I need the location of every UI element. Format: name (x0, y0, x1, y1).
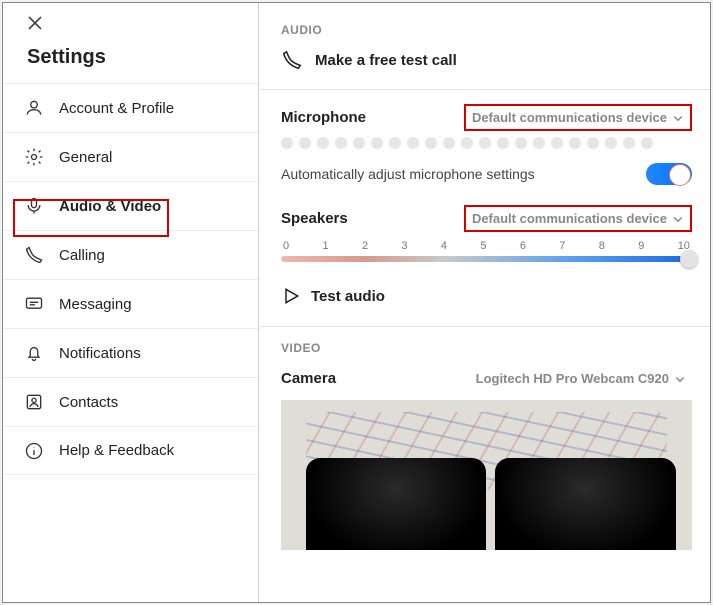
auto-adjust-label: Automatically adjust microphone settings (281, 166, 535, 182)
sidebar-item-notifications[interactable]: Notifications (3, 328, 258, 377)
sidebar-item-label: Audio & Video (59, 198, 161, 215)
make-test-call-label: Make a free test call (315, 52, 457, 69)
sidebar-item-contacts[interactable]: Contacts (3, 377, 258, 426)
sidebar-item-label: Notifications (59, 345, 141, 362)
test-audio-button[interactable]: Test audio (281, 286, 692, 306)
sidebar-item-label: Calling (59, 247, 105, 264)
sidebar-item-calling[interactable]: Calling (3, 230, 258, 279)
speakers-device-value: Default communications device (472, 211, 667, 226)
camera-preview (281, 400, 692, 550)
speaker-slider-track (281, 256, 692, 262)
phone-icon (23, 244, 45, 266)
person-icon (23, 97, 45, 119)
sidebar-item-account-profile[interactable]: Account & Profile (3, 83, 258, 132)
sidebar-item-label: Messaging (59, 296, 132, 313)
content-pane: AUDIO Make a free test call Microphone D… (259, 3, 710, 602)
play-icon (281, 286, 301, 306)
sidebar-item-general[interactable]: General (3, 132, 258, 181)
audio-section-label: AUDIO (281, 23, 692, 37)
info-icon (23, 440, 45, 462)
sidebar-item-label: Help & Feedback (59, 442, 174, 459)
close-icon[interactable] (27, 15, 43, 31)
sidebar-nav: Account & Profile General Audio & Video … (3, 83, 258, 602)
sidebar-item-audio-video[interactable]: Audio & Video (3, 181, 258, 230)
microphone-device-value: Default communications device (472, 110, 667, 125)
camera-device-value: Logitech HD Pro Webcam C920 (476, 371, 669, 386)
camera-device-dropdown[interactable]: Logitech HD Pro Webcam C920 (470, 367, 692, 390)
auto-adjust-toggle[interactable] (646, 163, 692, 185)
sidebar-item-label: Contacts (59, 394, 118, 411)
microphone-device-dropdown[interactable]: Default communications device (464, 104, 692, 131)
microphone-icon (23, 195, 45, 217)
video-section-label: VIDEO (281, 341, 692, 355)
speakers-label: Speakers (281, 210, 348, 227)
camera-label: Camera (281, 370, 336, 387)
sidebar-item-label: Account & Profile (59, 100, 174, 117)
chevron-down-icon (672, 112, 684, 124)
speaker-scale-labels: 012345678910 (281, 240, 692, 252)
contacts-icon (23, 391, 45, 413)
test-audio-label: Test audio (311, 288, 385, 305)
gear-icon (23, 146, 45, 168)
message-icon (23, 293, 45, 315)
divider (259, 326, 710, 327)
chevron-down-icon (674, 373, 686, 385)
divider (259, 89, 710, 90)
make-test-call-button[interactable]: Make a free test call (281, 49, 692, 71)
phone-outline-icon (281, 49, 303, 71)
settings-title: Settings (3, 42, 258, 83)
sidebar-item-label: General (59, 149, 112, 166)
sidebar-item-messaging[interactable]: Messaging (3, 279, 258, 328)
speakers-device-dropdown[interactable]: Default communications device (464, 205, 692, 232)
settings-dialog: Settings Account & Profile General Audio… (2, 2, 711, 603)
speaker-slider-thumb[interactable] (680, 250, 698, 268)
bell-icon (23, 342, 45, 364)
sidebar: Settings Account & Profile General Audio… (3, 3, 259, 602)
sidebar-item-help-feedback[interactable]: Help & Feedback (3, 426, 258, 475)
microphone-label: Microphone (281, 109, 366, 126)
chevron-down-icon (672, 213, 684, 225)
microphone-level-meter (281, 137, 692, 149)
speaker-volume-slider[interactable]: 012345678910 (281, 240, 692, 262)
